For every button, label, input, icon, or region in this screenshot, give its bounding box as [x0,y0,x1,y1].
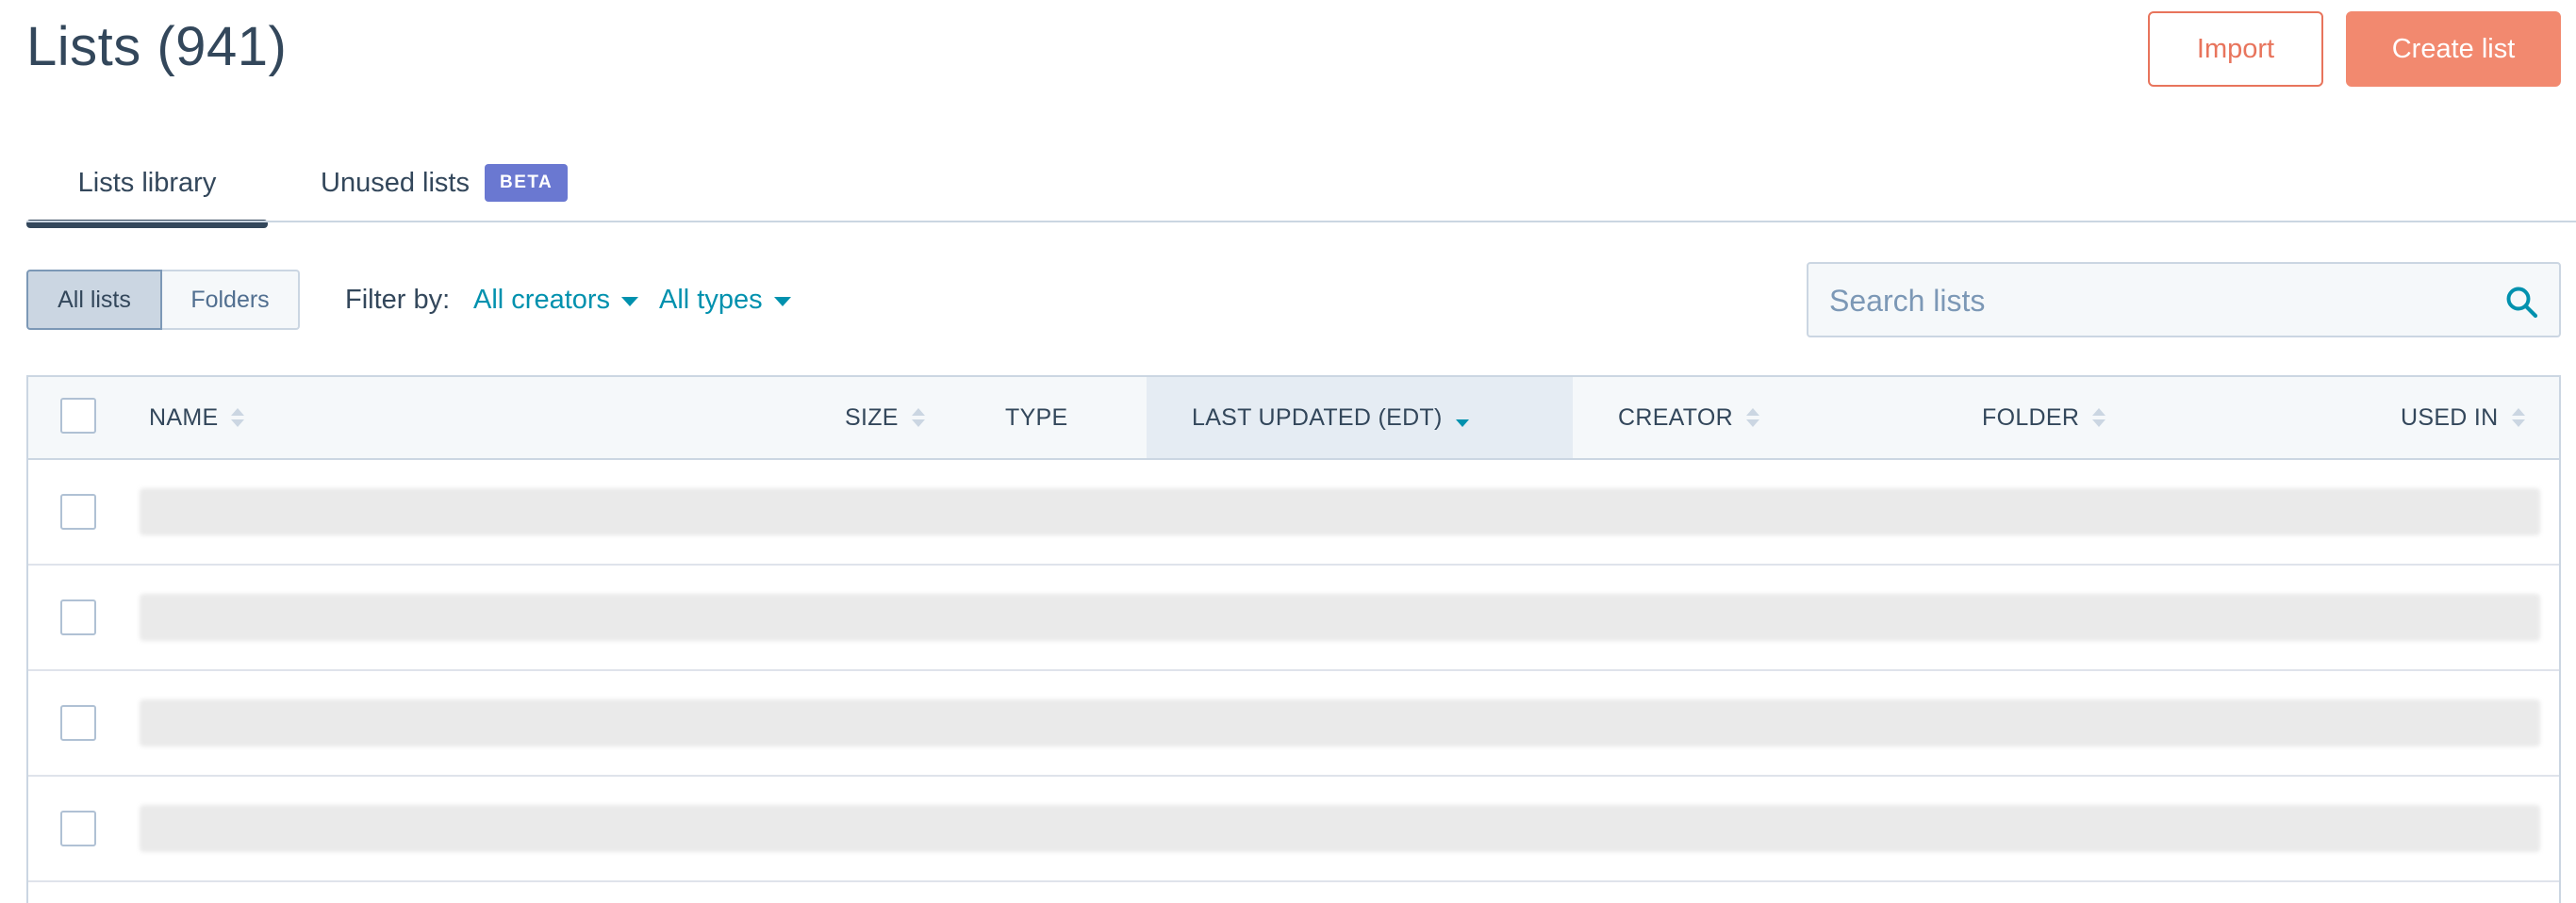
row-checkbox[interactable] [60,811,96,846]
create-list-button[interactable]: Create list [2346,11,2561,87]
sort-icon [1746,408,1760,427]
caret-down-icon [621,297,639,306]
search-box [1807,262,2561,337]
import-button[interactable]: Import [2148,11,2323,87]
table-row [28,777,2559,882]
tab-unused-lists[interactable]: Unused lists BETA [321,141,569,224]
sort-descending-icon [1455,408,1469,427]
column-label: USED IN [2401,403,2499,431]
sort-icon [231,408,245,427]
sort-icon [2092,408,2106,427]
table-header: NAME SIZE TYPE LAST UPDATED (EDT) CREATO… [28,375,2559,460]
table-row [28,460,2559,566]
search-input[interactable] [1827,264,2472,337]
sort-icon [2511,408,2525,427]
creators-filter-label: All creators [473,285,611,315]
column-header-last-updated[interactable]: LAST UPDATED (EDT) [1147,377,1573,458]
sort-icon [911,408,925,427]
folders-toggle[interactable]: Folders [162,270,300,330]
column-label: SIZE [845,403,899,431]
column-label: TYPE [1005,403,1068,431]
tab-lists-library[interactable]: Lists library [26,141,268,228]
loading-placeholder [140,805,2540,852]
types-filter-label: All types [659,285,763,315]
table-row [28,671,2559,777]
table-row [28,566,2559,671]
column-label: FOLDER [1982,403,2080,431]
caret-down-icon [773,297,791,306]
column-header-type: TYPE [1005,377,1068,458]
column-header-folder[interactable]: FOLDER [1982,377,2106,458]
column-header-creator[interactable]: CREATOR [1618,377,1760,458]
select-all-checkbox[interactable] [60,398,96,434]
row-checkbox[interactable] [60,494,96,530]
all-lists-toggle[interactable]: All lists [26,270,162,330]
view-toggle: All lists Folders [26,270,300,330]
loading-placeholder [140,488,2540,535]
types-filter-dropdown[interactable]: All types [659,279,791,320]
filter-label: Filter by: [345,285,451,315]
creators-filter-dropdown[interactable]: All creators [473,279,639,320]
column-label: LAST UPDATED (EDT) [1192,403,1443,431]
search-icon[interactable] [2504,285,2538,319]
tab-label: Unused lists [321,167,470,198]
tab-bar: Lists library Unused lists BETA [26,141,2576,228]
column-label: NAME [149,403,219,431]
loading-placeholder [140,699,2540,747]
row-checkbox[interactable] [60,705,96,741]
lists-table: NAME SIZE TYPE LAST UPDATED (EDT) CREATO… [26,375,2561,903]
page-title: Lists (941) [26,16,288,77]
tab-label: Lists library [77,167,217,198]
column-label: CREATOR [1618,403,1734,431]
beta-badge: BETA [484,164,569,202]
row-checkbox[interactable] [60,599,96,635]
loading-placeholder [140,594,2540,641]
column-header-used-in[interactable]: USED IN [2401,377,2525,458]
column-header-name[interactable]: NAME [149,377,245,458]
tabs-divider [26,221,2576,222]
column-header-size[interactable]: SIZE [845,377,925,458]
